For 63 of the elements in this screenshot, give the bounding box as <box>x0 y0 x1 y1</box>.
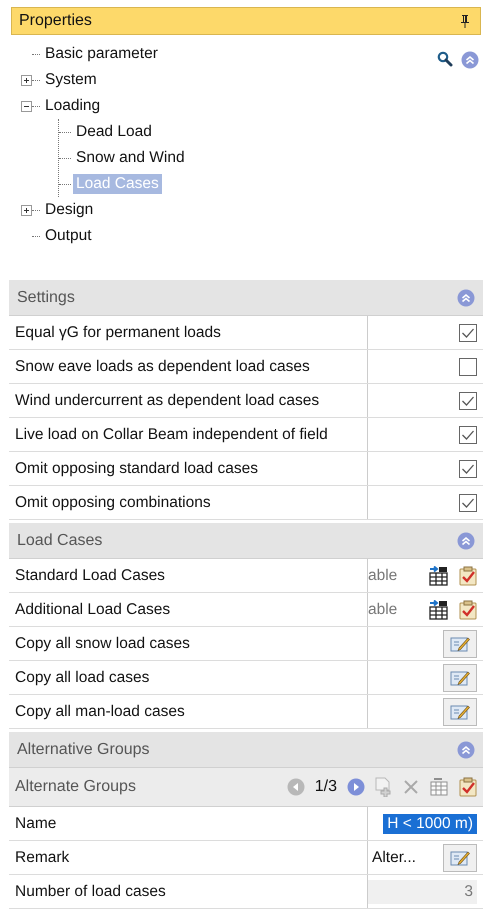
section-header[interactable]: Load Cases <box>9 523 483 559</box>
page-counter: 1/3 <box>314 778 337 796</box>
edit-icon <box>450 636 470 652</box>
edit-button[interactable] <box>443 630 477 658</box>
collapse-up-icon[interactable] <box>457 740 475 758</box>
edit-button[interactable] <box>443 698 477 726</box>
edit-button[interactable] <box>443 844 477 872</box>
tree-item[interactable]: Loading <box>42 96 104 116</box>
tree-item[interactable]: Output <box>42 226 95 246</box>
property-label: Live load on Collar Beam independent of field <box>9 418 368 451</box>
collapse-up-icon[interactable] <box>457 532 475 550</box>
tree-item[interactable]: Snow and Wind <box>73 148 188 168</box>
section-title: Alternative Groups <box>17 740 150 758</box>
property-label: Additional Load Cases <box>9 593 368 626</box>
clipboard-check-icon[interactable] <box>459 777 477 797</box>
tree-item[interactable]: Dead Load <box>73 122 155 142</box>
navigator-label: Alternate Groups <box>15 778 136 796</box>
tree-item[interactable]: Basic parameter <box>42 44 161 64</box>
property-label: Copy all snow load cases <box>9 627 368 660</box>
pin-icon[interactable] <box>460 14 470 28</box>
readonly-field: 3 <box>368 880 477 904</box>
property-label: Snow eave loads as dependent load cases <box>9 350 368 383</box>
tree-item[interactable]: Design <box>42 200 96 220</box>
property-label: Equal γG for permanent loads <box>9 316 368 349</box>
table-import-icon[interactable] <box>427 566 449 586</box>
checkbox[interactable] <box>459 426 477 444</box>
property-value: Alter... <box>371 848 416 866</box>
section-title: Load Cases <box>17 532 102 550</box>
edit-icon <box>450 670 470 686</box>
collapse-up-icon[interactable] <box>457 288 475 306</box>
property-value: able <box>368 600 398 618</box>
clipboard-check-icon[interactable] <box>459 566 477 586</box>
property-label: Standard Load Cases <box>9 559 368 592</box>
clipboard-check-icon[interactable] <box>459 600 477 620</box>
property-label: Omit opposing combinations <box>9 486 368 519</box>
property-value: able <box>368 566 398 584</box>
edit-icon <box>450 850 470 866</box>
section-header[interactable]: Settings <box>9 280 483 316</box>
checkbox[interactable] <box>459 358 477 376</box>
search-icon[interactable] <box>437 51 453 67</box>
checkbox[interactable] <box>459 494 477 512</box>
next-button[interactable] <box>347 778 365 796</box>
expand-icon[interactable] <box>21 74 32 86</box>
table-import-icon[interactable] <box>427 600 449 620</box>
property-label: Remark <box>9 841 368 874</box>
checkbox[interactable] <box>459 460 477 478</box>
expand-icon[interactable] <box>21 204 32 216</box>
collapse-icon[interactable] <box>21 100 32 112</box>
property-label: Wind undercurrent as dependent load cases <box>9 384 368 417</box>
name-input-field[interactable]: H < 1000 m) <box>383 814 477 834</box>
property-label: Name <box>9 807 368 840</box>
edit-icon <box>450 704 470 720</box>
checkbox[interactable] <box>459 392 477 410</box>
property-label: Copy all man-load cases <box>9 695 368 728</box>
collapse-up-icon[interactable] <box>461 51 479 69</box>
edit-button[interactable] <box>443 664 477 692</box>
section-title: Settings <box>17 288 75 306</box>
checkbox[interactable] <box>459 324 477 342</box>
panel-title: Properties <box>19 12 92 30</box>
property-label: Omit opposing standard load cases <box>9 452 368 485</box>
tree-item[interactable]: System <box>42 70 100 90</box>
property-label: Copy all load cases <box>9 661 368 694</box>
section-header[interactable]: Alternative Groups <box>9 732 483 768</box>
